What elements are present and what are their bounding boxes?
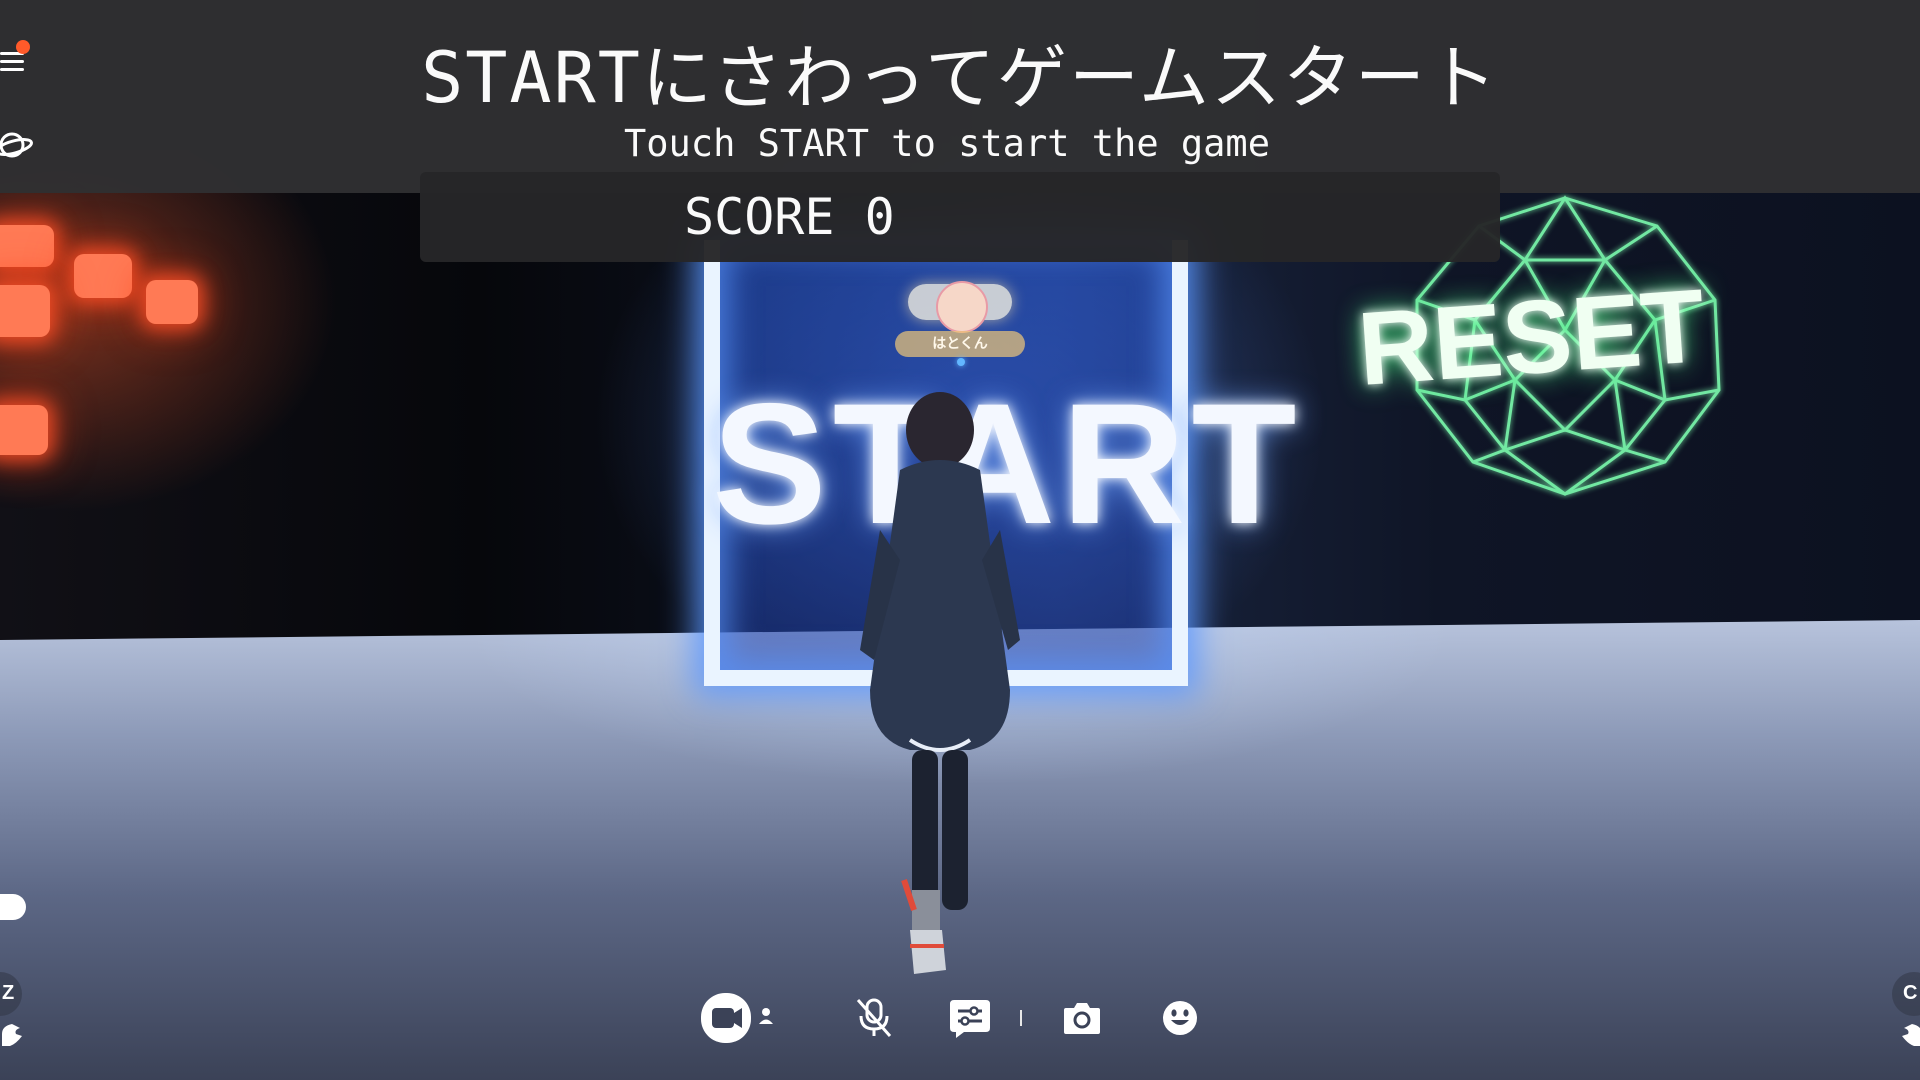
red-light-block (0, 405, 48, 455)
left-hand-icon[interactable] (0, 1020, 28, 1048)
player-avatar (860, 392, 1020, 974)
emote-smile-icon (1163, 1001, 1197, 1035)
player-avatar-thumbnail (936, 281, 988, 333)
screenshot-camera-icon (1064, 1003, 1100, 1034)
mute-button[interactable] (846, 980, 902, 1056)
voice-indicator-dot (957, 358, 965, 366)
emote-button[interactable] (1152, 980, 1208, 1056)
score-value: 0 (864, 188, 895, 246)
notification-dot (16, 40, 30, 54)
camera-toggle-button[interactable] (696, 980, 778, 1056)
mic-off-icon (856, 998, 892, 1037)
chat-bubble-icon[interactable] (0, 894, 26, 920)
settings-sliders-icon (950, 1000, 990, 1038)
left-hand-key: Z (2, 982, 15, 1004)
red-light-block (0, 225, 54, 267)
instruction-english: Touch START to start the game (623, 122, 1270, 165)
red-light-glow (0, 150, 360, 530)
instruction-japanese: STARTにさわってゲームスタート (421, 37, 1499, 119)
right-hand-icon[interactable] (1896, 1020, 1920, 1048)
planet-icon[interactable] (0, 128, 34, 162)
red-light-block (74, 254, 132, 298)
settings-button[interactable] (940, 980, 1000, 1056)
screenshot-button[interactable] (1054, 980, 1110, 1056)
camera-icon (701, 993, 773, 1043)
right-hand-key: C (1903, 982, 1918, 1004)
red-light-block (146, 280, 198, 324)
bottom-toolbar (680, 980, 1240, 1056)
instruction-banner: STARTにさわってゲームスタート Touch START to start t… (0, 0, 1920, 193)
toolbar-separator (1020, 1010, 1022, 1026)
score-label: SCORE (684, 188, 835, 246)
player-name: はとくん (895, 331, 1025, 357)
score-panel: SCORE 0 (420, 172, 1500, 262)
red-light-block (0, 285, 50, 337)
score-display: SCORE 0 (684, 188, 895, 246)
